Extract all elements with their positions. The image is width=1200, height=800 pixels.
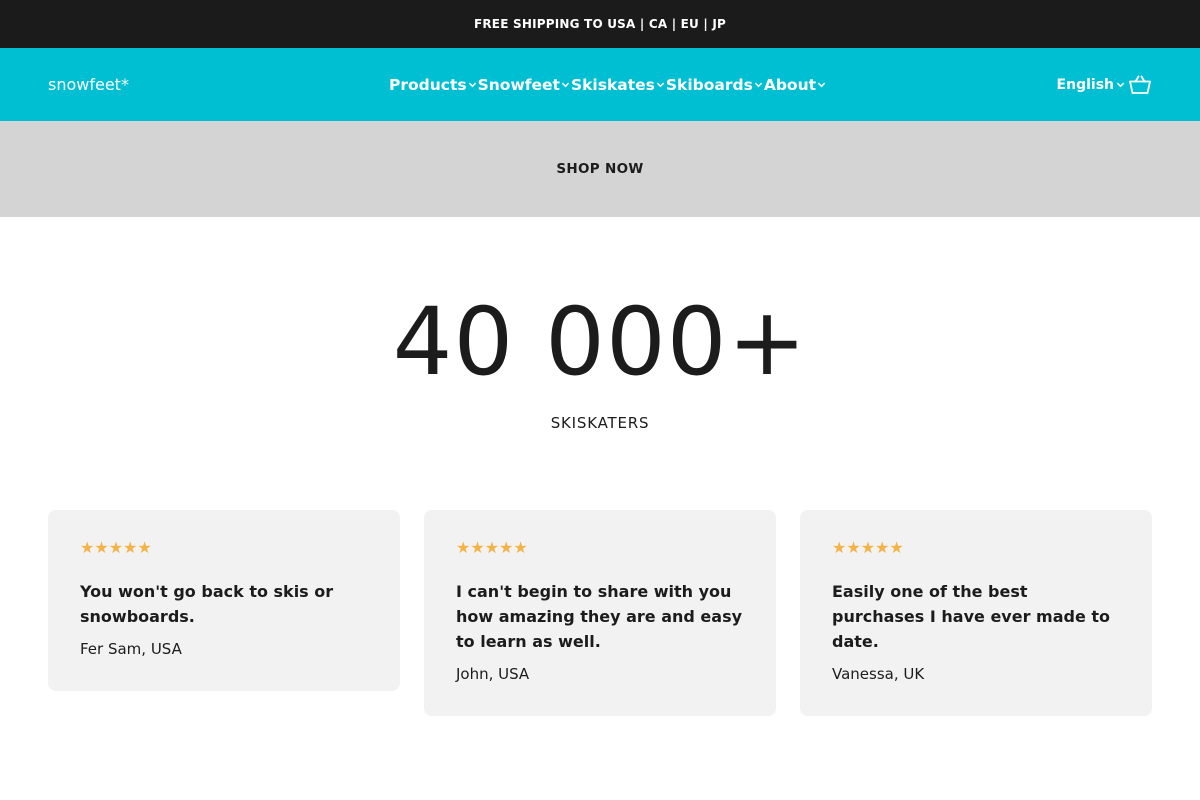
star-rating: ★★★★★ xyxy=(456,538,528,557)
site-header: snowfeet* Products Snowfeet Skiskates Sk… xyxy=(0,48,1200,121)
chevron-down-icon xyxy=(817,82,826,88)
chevron-down-icon xyxy=(754,82,763,88)
nav-item-about[interactable]: About xyxy=(764,76,826,94)
nav-item-products[interactable]: Products xyxy=(389,76,477,94)
nav-item-label: Skiskates xyxy=(570,75,655,94)
nav-item-skiskates[interactable]: Skiskates xyxy=(571,76,665,94)
stat-section: 40 000+ SKISKATERS xyxy=(0,288,1200,433)
announcement-bar: FREE SHIPPING TO USA | CA | EU | JP xyxy=(0,0,1200,48)
nav-item-label: About xyxy=(763,75,817,94)
review-quote: You won't go back to skis or snowboards. xyxy=(80,582,334,626)
nav-item-label: Skiboards xyxy=(665,75,753,94)
review-card: ★★★★★ Easily one of the best purchases I… xyxy=(800,510,1152,716)
review-author: Fer Sam, USA xyxy=(80,640,182,658)
hero-banner: SHOP NOW xyxy=(0,121,1200,217)
language-label: English xyxy=(1056,76,1114,93)
chevron-down-icon xyxy=(656,82,665,88)
star-rating: ★★★★★ xyxy=(832,538,904,557)
shop-now-link[interactable]: SHOP NOW xyxy=(556,161,643,177)
cart-icon[interactable] xyxy=(1128,73,1152,97)
nav-item-label: Snowfeet xyxy=(477,75,560,94)
logo[interactable]: snowfeet* xyxy=(48,48,129,121)
review-author: Vanessa, UK xyxy=(832,665,925,683)
star-rating: ★★★★★ xyxy=(80,538,152,557)
main-nav: Products Snowfeet Skiskates Skiboards Ab… xyxy=(389,48,827,121)
review-card: ★★★★★ I can't begin to share with you ho… xyxy=(424,510,776,716)
stat-number: 40 000+ xyxy=(392,288,808,397)
review-author: John, USA xyxy=(456,665,530,683)
reviews-section: ★★★★★ You won't go back to skis or snowb… xyxy=(48,510,1152,716)
review-quote: Easily one of the best purchases I have … xyxy=(832,582,1111,651)
language-selector[interactable]: English xyxy=(1057,77,1125,93)
announcement-text: FREE SHIPPING TO USA | CA | EU | JP xyxy=(473,17,727,31)
stat-label: SKISKATERS xyxy=(550,414,650,432)
chevron-down-icon xyxy=(468,82,476,88)
chevron-down-icon xyxy=(561,82,570,88)
review-quote: I can't begin to share with you how amaz… xyxy=(456,582,743,651)
nav-item-skiboards[interactable]: Skiboards xyxy=(666,76,763,94)
nav-item-snowfeet[interactable]: Snowfeet xyxy=(478,76,570,94)
review-card: ★★★★★ You won't go back to skis or snowb… xyxy=(48,510,400,691)
nav-item-label: Products xyxy=(389,75,467,94)
header-actions: English xyxy=(1057,48,1152,121)
chevron-down-icon xyxy=(1116,82,1125,88)
